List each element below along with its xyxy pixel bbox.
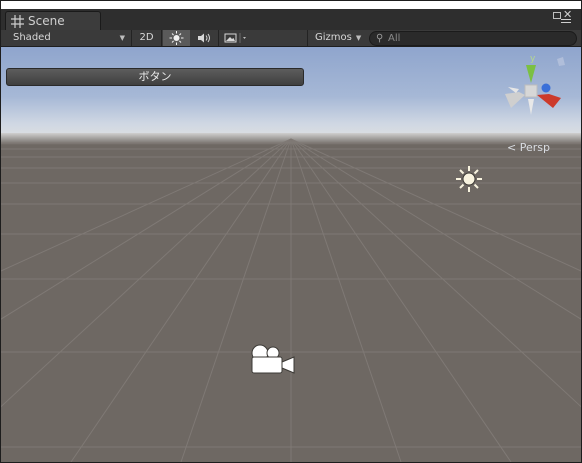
gizmos-label: Gizmos	[315, 32, 352, 43]
effects-icon	[224, 33, 246, 43]
search-input[interactable]: ⚲ All	[369, 31, 577, 46]
projection-label: Persp	[519, 141, 550, 154]
tab-scene-label: Scene	[28, 14, 65, 28]
grid-icon	[11, 15, 24, 28]
scene-toolbar: Shaded ▼ 2D Gizmos ▼ ⚲ All	[1, 30, 581, 47]
search-placeholder: All	[388, 33, 401, 44]
lighting-icon	[169, 31, 184, 45]
scene-gizmo[interactable]: y	[499, 51, 569, 123]
audio-icon	[198, 33, 210, 43]
persp-chevron-icon: <	[507, 141, 517, 154]
scene-window: Scene ✕ Shaded ▼ 2D Gizmos ▼ ⚲ All ボタン y…	[0, 0, 582, 463]
menu-icon[interactable]	[561, 19, 571, 20]
chevron-down-icon: ▼	[119, 34, 125, 42]
toolbar-divider	[131, 30, 132, 46]
chevron-down-icon: ▼	[355, 34, 362, 42]
mode-2d-button[interactable]: 2D	[134, 30, 159, 46]
scene-viewport[interactable]: ボタン y < Persp	[1, 47, 581, 462]
tab-bar: Scene ✕	[1, 8, 581, 31]
window-top-strip	[1, 1, 581, 9]
camera-icon[interactable]	[248, 343, 298, 377]
projection-toggle[interactable]: < Persp	[507, 141, 550, 154]
gui-button[interactable]: ボタン	[6, 68, 304, 86]
shading-mode-label: Shaded	[13, 32, 51, 43]
gizmos-dropdown[interactable]: Gizmos ▼	[309, 30, 365, 46]
audio-toggle-button[interactable]	[191, 30, 217, 46]
gizmo-y-label: y	[530, 54, 536, 64]
lighting-toggle-button[interactable]	[163, 30, 190, 46]
sun-icon[interactable]	[455, 165, 483, 193]
tab-scene[interactable]: Scene	[5, 11, 101, 31]
window-controls: ✕	[553, 8, 575, 28]
search-icon: ⚲	[376, 33, 384, 44]
maximize-icon[interactable]	[553, 12, 561, 19]
shading-mode-dropdown[interactable]: Shaded ▼	[5, 30, 129, 46]
toolbar-divider	[307, 30, 308, 46]
ground-grid	[1, 138, 581, 462]
toolbar-divider	[161, 30, 162, 46]
effects-dropdown[interactable]	[219, 30, 253, 46]
